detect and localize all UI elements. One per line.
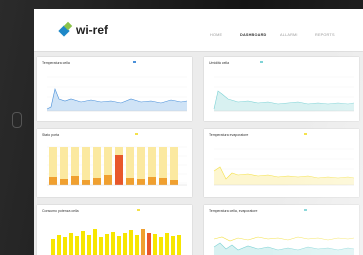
card-temperatura-cella-evaporatore: Temperatura cella, evaporatore xyxy=(204,205,359,255)
chart-legend xyxy=(304,209,308,211)
temperatura-evaporatore-chart xyxy=(213,148,355,186)
card-temperatura-cella: Temperatura cella xyxy=(37,57,192,121)
chart-legend xyxy=(304,133,308,135)
nav-allarmi[interactable]: ALLARMI xyxy=(280,33,298,37)
nav-dashboard[interactable]: DASHBOARD xyxy=(240,33,266,37)
card-title: Consumo potenza cella xyxy=(42,209,79,213)
stato-porta-chart xyxy=(47,146,187,186)
chart-legend xyxy=(135,133,139,135)
nav-reports[interactable]: REPORTS xyxy=(315,33,335,37)
card-temperatura-evaporatore: Temperatura evaporatore xyxy=(204,129,359,197)
chart-legend xyxy=(260,61,264,63)
chart-legend xyxy=(137,209,141,211)
home-button[interactable] xyxy=(12,112,22,128)
app-screen: wi-ref HOME DASHBOARD ALLARMI REPORTS Te… xyxy=(34,9,363,255)
brand-logo[interactable]: wi-ref xyxy=(58,21,109,37)
card-umidita-cella: Umidità cella xyxy=(204,57,359,121)
chart-legend xyxy=(133,61,137,63)
temperatura-cella-chart xyxy=(46,76,188,112)
tablet-frame: wi-ref HOME DASHBOARD ALLARMI REPORTS Te… xyxy=(0,0,363,255)
top-navigation-bar: wi-ref HOME DASHBOARD ALLARMI REPORTS xyxy=(34,9,363,52)
consumo-potenza-chart xyxy=(51,229,181,255)
card-title: Temperatura cella, evaporatore xyxy=(209,209,258,213)
logo-icon xyxy=(58,21,73,37)
card-stato-porta: Stato porta xyxy=(37,129,192,197)
card-consumo-potenza-cella: Consumo potenza cella xyxy=(37,205,192,255)
card-title: Umidità cella xyxy=(209,61,230,65)
umidita-cella-chart xyxy=(213,76,355,112)
card-title: Stato porta xyxy=(42,133,60,137)
nav-home[interactable]: HOME xyxy=(210,33,222,37)
temperatura-cella-evaporatore-chart xyxy=(213,236,355,255)
card-title: Temperatura cella xyxy=(42,61,70,65)
card-title: Temperatura evaporatore xyxy=(209,133,249,137)
brand-name: wi-ref xyxy=(76,23,109,37)
